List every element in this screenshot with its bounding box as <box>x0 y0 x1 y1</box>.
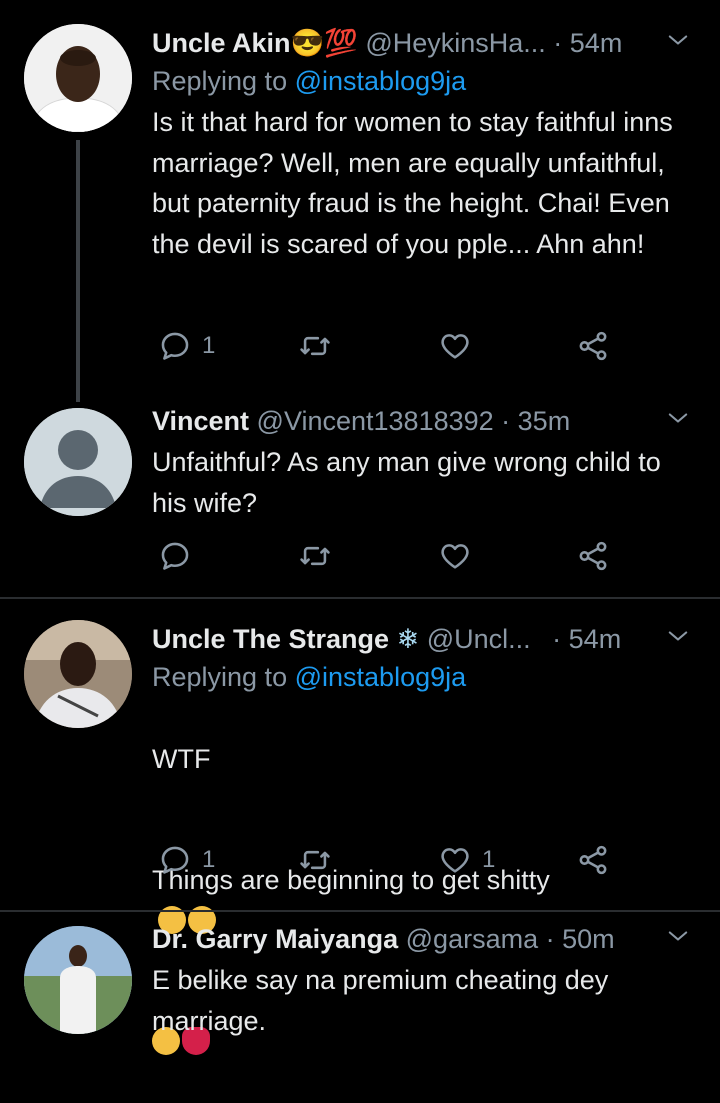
tweet-header: Vincent @Vincent13818392 · 35m <box>152 404 692 438</box>
chevron-down-icon[interactable] <box>664 26 692 54</box>
chevron-down-icon[interactable] <box>664 622 692 650</box>
like-icon <box>438 329 472 363</box>
like-icon <box>438 843 472 877</box>
like-button[interactable] <box>438 536 482 576</box>
handle[interactable]: @Uncl... <box>427 624 531 654</box>
share-button[interactable] <box>576 536 610 576</box>
tweet-text: Is it that hard for women to stay faithf… <box>152 107 673 259</box>
share-button[interactable] <box>576 840 610 880</box>
handle[interactable]: @garsama <box>406 924 538 954</box>
like-button[interactable]: 1 <box>438 840 495 880</box>
retweet-icon <box>298 843 332 877</box>
reply-count: 1 <box>202 332 216 359</box>
replying-to-link[interactable]: @instablog9ja <box>295 66 467 96</box>
reply-count: 1 <box>202 846 216 873</box>
timestamp[interactable]: · 54m <box>552 624 621 654</box>
tweet-actions <box>152 536 622 576</box>
tweet-text: Unfaithful? As any man give wrong child … <box>152 447 661 518</box>
like-button[interactable] <box>438 326 482 366</box>
timestamp[interactable]: · 35m <box>501 406 570 436</box>
like-count: 1 <box>482 846 496 873</box>
tweet-text-line: WTF <box>152 743 211 774</box>
tweet-uncle-the-strange[interactable]: Uncle The Strange ❄ @Uncl... · 54m Reply… <box>0 600 720 1055</box>
tweet-header: Dr. Garry Maiyanga @garsama · 50m <box>152 922 692 956</box>
timestamp[interactable]: · 54m <box>553 28 622 58</box>
thread-line <box>76 140 80 402</box>
reply-button[interactable]: 1 <box>158 326 215 366</box>
display-name[interactable]: Vincent <box>152 406 249 436</box>
tweet-header: Uncle The Strange ❄ @Uncl... · 54m <box>152 622 692 656</box>
display-name[interactable]: Uncle The Strange <box>152 624 389 654</box>
chevron-down-icon[interactable] <box>664 922 692 950</box>
retweet-icon <box>298 329 332 363</box>
tweet-text: WTF Things are beginning to get shitty <box>152 698 692 1103</box>
retweet-icon <box>298 539 332 573</box>
tweet-text: E belike say na premium cheating dey mar… <box>152 965 609 1036</box>
share-icon <box>576 843 610 877</box>
display-name[interactable]: Dr. Garry Maiyanga <box>152 924 398 954</box>
avatar[interactable] <box>24 926 132 1034</box>
reply-icon <box>158 843 192 877</box>
replying-to: Replying to @instablog9ja <box>152 66 467 96</box>
like-icon <box>438 539 472 573</box>
tweet-dr-garry-maiyanga[interactable]: Dr. Garry Maiyanga @garsama · 50m E beli… <box>0 912 720 1036</box>
timestamp[interactable]: · 50m <box>546 924 615 954</box>
reply-button[interactable] <box>158 536 202 576</box>
name-emoji: 😎💯 <box>290 28 358 58</box>
tweet-actions: 1 <box>152 326 622 366</box>
tweet-header: Uncle Akin😎💯 @HeykinsHa... · 54m <box>152 26 692 60</box>
avatar[interactable] <box>24 408 132 516</box>
retweet-button[interactable] <box>298 840 342 880</box>
handle[interactable]: @HeykinsHa... <box>365 28 545 58</box>
display-name[interactable]: Uncle Akin <box>152 28 291 58</box>
share-icon <box>576 539 610 573</box>
replying-to-link[interactable]: @instablog9ja <box>295 662 467 692</box>
share-button[interactable] <box>576 326 610 366</box>
avatar[interactable] <box>24 24 132 132</box>
handle[interactable]: @Vincent13818392 <box>257 406 494 436</box>
share-icon <box>576 329 610 363</box>
reply-icon <box>158 329 192 363</box>
reply-button[interactable]: 1 <box>158 840 215 880</box>
replying-to: Replying to @instablog9ja <box>152 662 467 692</box>
retweet-button[interactable] <box>298 326 342 366</box>
chevron-down-icon[interactable] <box>664 404 692 432</box>
name-emoji: ❄ <box>396 624 420 654</box>
avatar[interactable] <box>24 620 132 728</box>
reply-icon <box>158 539 192 573</box>
retweet-button[interactable] <box>298 536 342 576</box>
tweet-vincent[interactable]: Vincent @Vincent13818392 · 35m Unfaithfu… <box>0 400 720 596</box>
tweet-actions: 1 1 <box>152 840 622 880</box>
divider <box>0 597 720 599</box>
